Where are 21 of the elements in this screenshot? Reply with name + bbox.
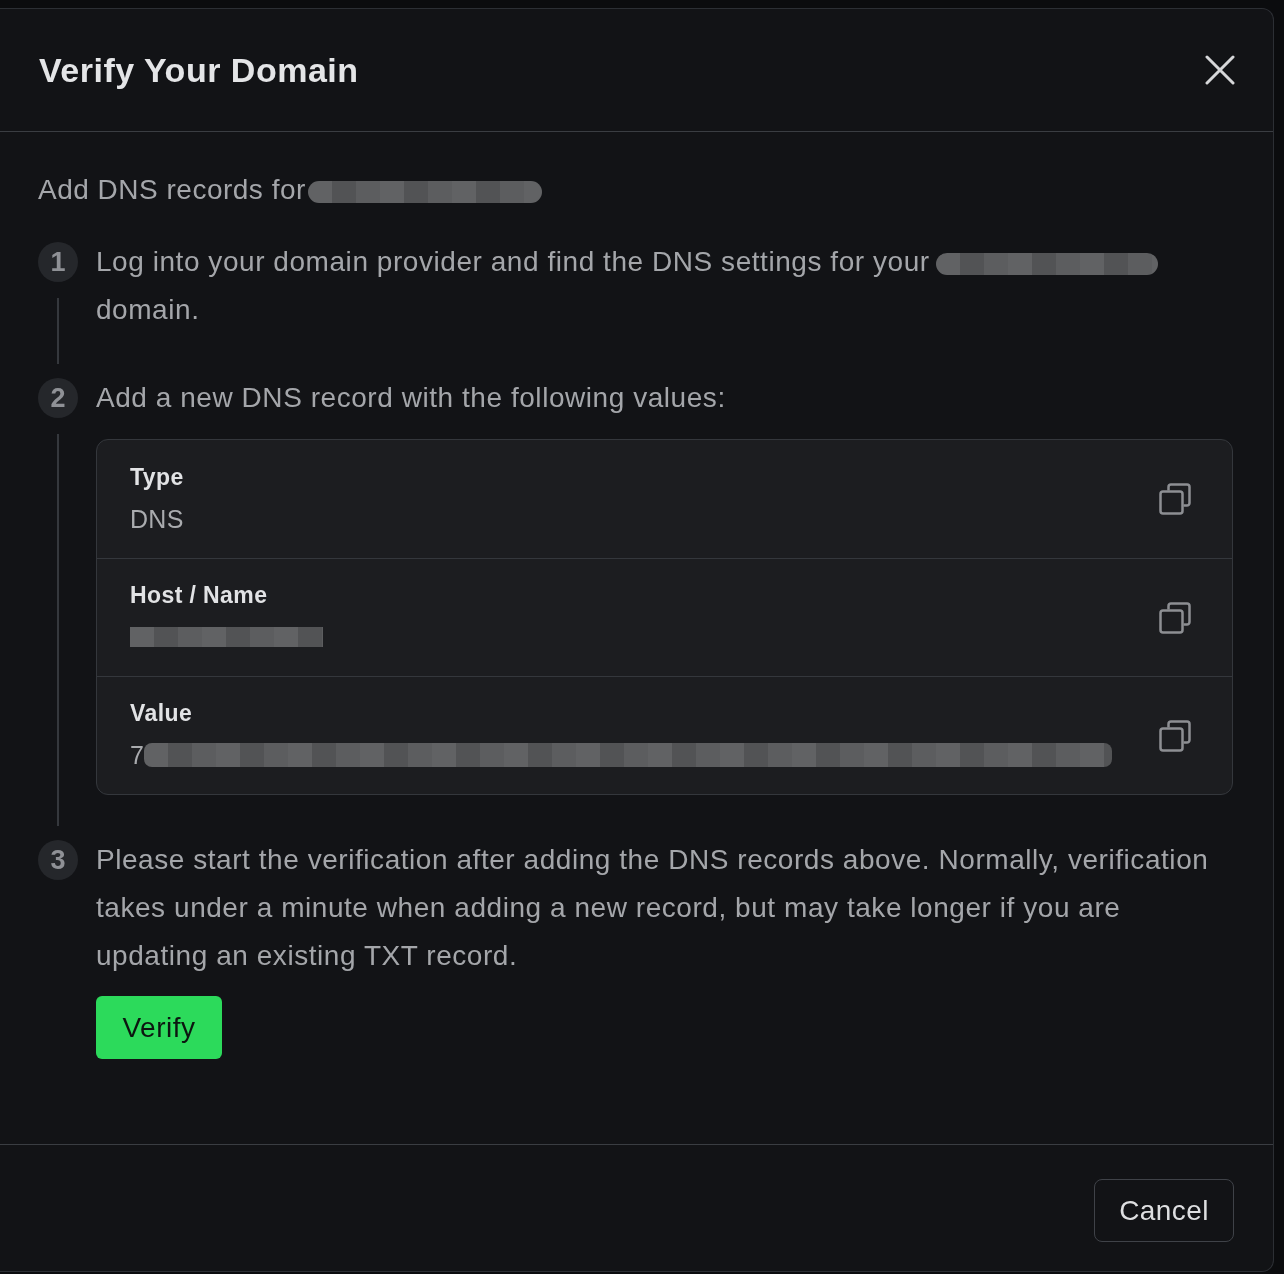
cancel-button[interactable]: Cancel xyxy=(1094,1179,1234,1242)
copy-icon[interactable] xyxy=(1158,718,1192,753)
step-connector xyxy=(57,298,59,364)
step-number: 2 xyxy=(38,378,78,418)
record-label: Value xyxy=(130,699,193,728)
record-value: 7 xyxy=(130,740,145,771)
dialog-title: Verify Your Domain xyxy=(39,50,359,91)
step-text: Log into your domain provider and find the DNS settings for your xyxy=(96,246,930,277)
intro-text: Add DNS records for xyxy=(38,174,306,205)
record-value: DNS xyxy=(130,503,184,535)
verify-button[interactable]: Verify xyxy=(96,996,222,1059)
step-text: Please start the verification after adding the DNS records above. Normally, verification takes under a minute when adding a new record, but may take longer if you are updating an existing TXT record. xyxy=(96,844,1209,971)
step-text: domain. xyxy=(96,294,200,325)
record-label: Type xyxy=(130,462,184,492)
step-text: Add a new DNS record with the following values: xyxy=(96,382,726,413)
step-number: 3 xyxy=(38,840,78,880)
step-number: 1 xyxy=(38,242,78,282)
close-icon[interactable] xyxy=(1205,55,1235,85)
record-label: Host / Name xyxy=(130,581,268,610)
copy-icon[interactable] xyxy=(1158,600,1192,635)
copy-icon[interactable] xyxy=(1158,482,1192,516)
